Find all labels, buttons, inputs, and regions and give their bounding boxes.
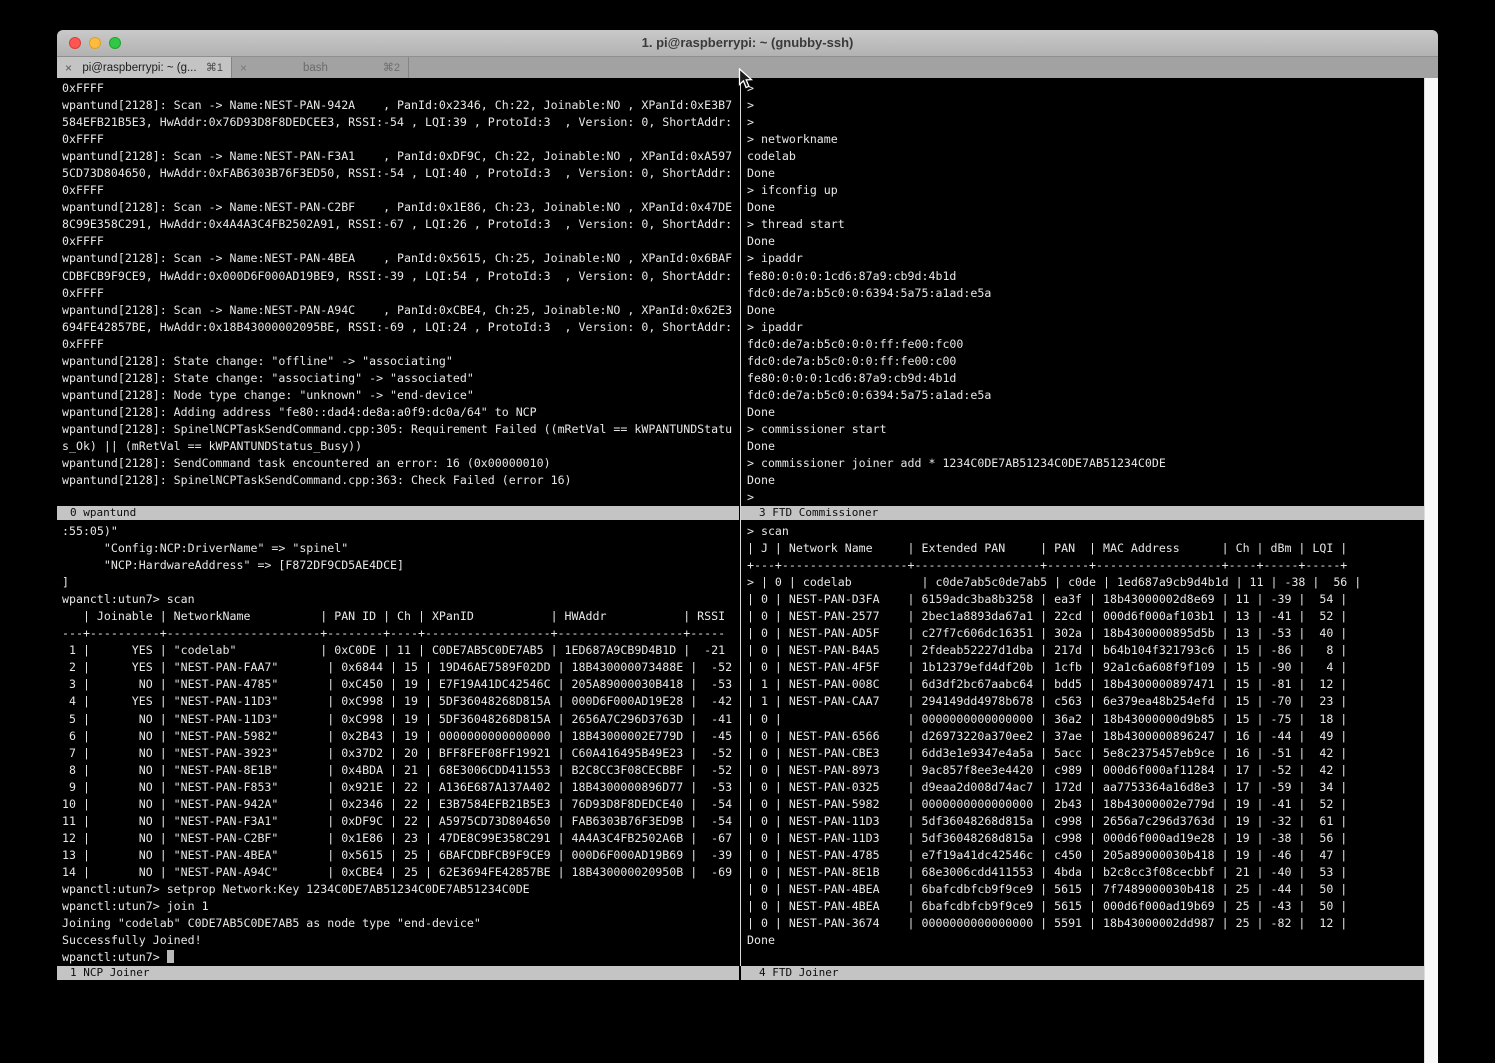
pane-ftd-joiner[interactable]: > scan | J | Network Name | Extended PAN… [747, 523, 1424, 950]
tab-close-icon[interactable]: × [240, 61, 247, 75]
terminal-window: 1. pi@raspberrypi: ~ (gnubby-ssh) × pi@r… [57, 30, 1438, 1063]
window-title: 1. pi@raspberrypi: ~ (gnubby-ssh) [57, 30, 1438, 57]
tab-bash-label: bash [254, 62, 377, 74]
pane-status-ftd-joiner: 4 FTD Joiner [741, 966, 1424, 980]
terminal-cursor [167, 950, 174, 963]
prompt-text: wpanctl:utun7> [62, 950, 167, 964]
pane-status-ftd-commissioner: 3 FTD Commissioner [741, 506, 1424, 520]
pane-status-ncp-joiner: 1 NCP Joiner [57, 966, 739, 980]
pane-wpantund-log[interactable]: 0xFFFF wpantund[2128]: Scan -> Name:NEST… [62, 80, 739, 492]
pane-status-wpantund: 0 wpantund [57, 506, 739, 520]
ncp-joiner-prompt-line[interactable]: wpanctl:utun7> [62, 949, 174, 966]
window-titlebar[interactable]: 1. pi@raspberrypi: ~ (gnubby-ssh) [57, 30, 1438, 57]
tab-ssh[interactable]: × pi@raspberrypi: ~ (g... ⌘1 [57, 57, 232, 78]
tab-ssh-label: pi@raspberrypi: ~ (g... [79, 62, 200, 74]
pane-ncp-joiner[interactable]: :55:05)" "Config:NCP:DriverName" => "spi… [62, 523, 739, 950]
pane-divider[interactable] [740, 78, 741, 966]
mouse-pointer-icon [738, 68, 753, 95]
pane-ftd-commissioner[interactable]: > > > > networkname codelab Done > ifcon… [747, 80, 1424, 507]
tab-bash[interactable]: × bash ⌘2 [232, 57, 409, 78]
terminal-area: 0xFFFF wpantund[2128]: Scan -> Name:NEST… [57, 78, 1438, 1063]
tab-ssh-shortcut: ⌘1 [206, 61, 223, 74]
tab-bash-shortcut: ⌘2 [383, 61, 400, 74]
scrollbar[interactable] [1424, 78, 1438, 1063]
tab-close-icon[interactable]: × [65, 61, 72, 75]
